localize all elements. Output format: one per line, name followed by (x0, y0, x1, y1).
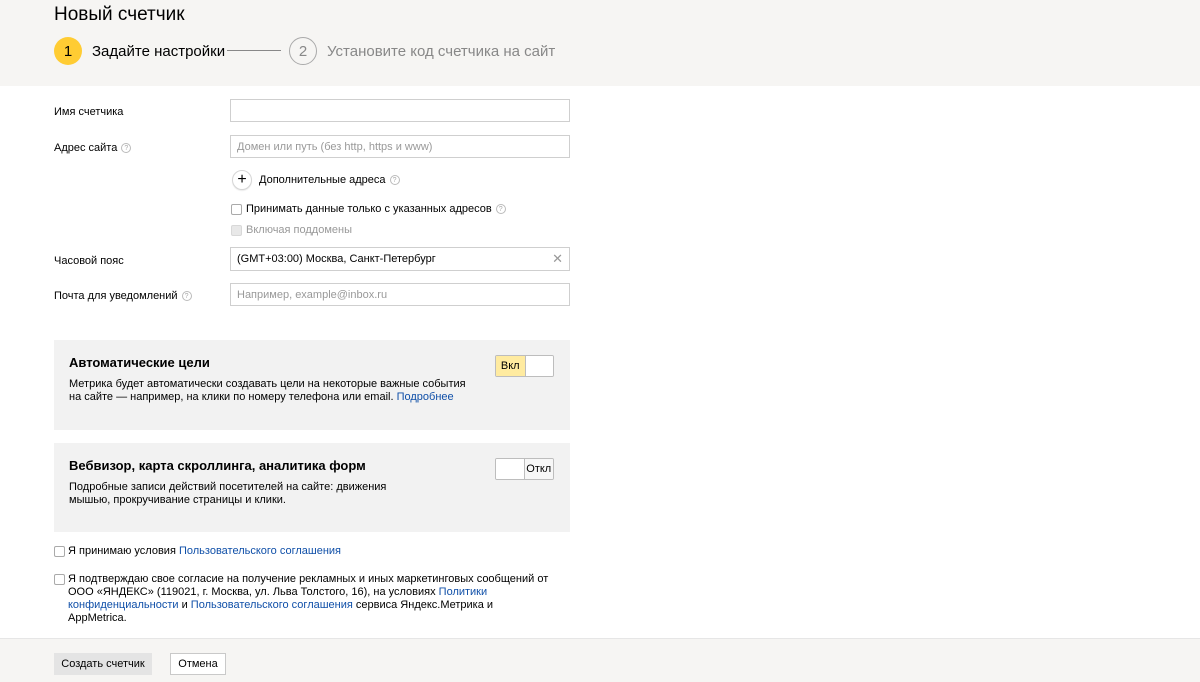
step-2: 2 Установите код счетчика на сайт (289, 36, 555, 66)
additional-addresses-row: + Дополнительные адреса ? (232, 170, 400, 190)
terms-prefix: Я принимаю условия (68, 545, 179, 557)
cancel-button[interactable]: Отмена (170, 653, 226, 675)
webvisor-toggle-label: Откл (524, 459, 553, 479)
timezone-label: Часовой пояс (54, 255, 124, 267)
only-specified-checkbox[interactable] (231, 203, 242, 215)
step-1-number: 1 (54, 37, 82, 65)
include-subdomains-row: Включая поддомены (231, 224, 352, 236)
counter-name-label: Имя счетчика (54, 106, 123, 118)
only-specified-label: Принимать данные только с указанных адре… (246, 203, 492, 215)
auto-goals-toggle-label: Вкл (496, 356, 525, 376)
header: Новый счетчик 1 Задайте настройки 2 Уста… (0, 0, 1200, 86)
site-address-help-icon[interactable]: ? (121, 143, 132, 153)
webvisor-description: Подробные записи действий посетителей на… (69, 481, 387, 506)
marketing-text: Я подтверждаю свое согласие на получение… (68, 573, 554, 625)
only-specified-row: Принимать данные только с указанных адре… (231, 203, 506, 215)
step-1-label: Задайте настройки (92, 42, 226, 60)
auto-goals-panel: Автоматические цели Вкл Метрика будет ав… (54, 340, 570, 430)
email-input[interactable] (230, 283, 570, 306)
additional-addresses-label: Дополнительные адреса ? (259, 174, 400, 186)
terms-text: Я принимаю условия Пользовательского сог… (68, 545, 341, 558)
step-2-number: 2 (289, 37, 317, 65)
marketing-consent: Я подтверждаю свое согласие на получение… (54, 573, 554, 625)
email-label: Почта для уведомлений ? (54, 290, 192, 302)
additional-addresses-help-icon[interactable]: ? (389, 175, 400, 185)
auto-goals-more-link[interactable]: Подробнее (397, 391, 454, 403)
toggle-knob (496, 459, 525, 479)
webvisor-toggle[interactable]: Откл (495, 458, 554, 480)
page-title: Новый счетчик (54, 4, 185, 25)
create-counter-button[interactable]: Создать счетчик (54, 653, 152, 675)
site-address-label: Адрес сайта ? (54, 142, 132, 154)
marketing-checkbox[interactable] (54, 574, 65, 585)
clear-icon[interactable]: ✕ (552, 252, 563, 266)
timezone-select[interactable]: (GMT+03:00) Москва, Санкт-Петербург ✕ (230, 247, 570, 271)
auto-goals-description: Метрика будет автоматически создавать це… (69, 378, 469, 404)
email-label-text: Почта для уведомлений (54, 290, 178, 302)
site-address-label-text: Адрес сайта (54, 142, 118, 154)
timezone-label-text: Часовой пояс (54, 255, 124, 267)
step-connector (227, 50, 281, 51)
include-subdomains-checkbox (231, 224, 242, 236)
add-address-button[interactable]: + (232, 170, 252, 190)
timezone-value: (GMT+03:00) Москва, Санкт-Петербург (237, 253, 436, 265)
email-help-icon[interactable]: ? (181, 291, 192, 301)
auto-goals-title: Автоматические цели (69, 355, 210, 370)
step-1: 1 Задайте настройки (54, 36, 225, 66)
webvisor-panel: Вебвизор, карта скроллинга, аналитика фо… (54, 443, 570, 532)
terms-checkbox[interactable] (54, 546, 65, 557)
webvisor-title: Вебвизор, карта скроллинга, аналитика фо… (69, 458, 366, 473)
footer: Создать счетчик Отмена (0, 638, 1200, 682)
only-specified-help-icon[interactable]: ? (495, 204, 506, 214)
marketing-and: и (178, 599, 191, 611)
auto-goals-toggle[interactable]: Вкл (495, 355, 554, 377)
site-address-input[interactable] (230, 135, 570, 158)
terms-consent: Я принимаю условия Пользовательского сог… (54, 545, 341, 558)
counter-name-label-text: Имя счетчика (54, 106, 124, 118)
toggle-knob (524, 356, 553, 376)
terms-link[interactable]: Пользовательского соглашения (179, 545, 341, 557)
additional-addresses-text: Дополнительные адреса (259, 174, 386, 186)
counter-name-input[interactable] (230, 99, 570, 122)
step-2-label: Установите код счетчика на сайт (327, 42, 556, 60)
include-subdomains-label: Включая поддомены (246, 224, 353, 236)
user-agreement-link[interactable]: Пользовательского соглашения (191, 599, 353, 611)
